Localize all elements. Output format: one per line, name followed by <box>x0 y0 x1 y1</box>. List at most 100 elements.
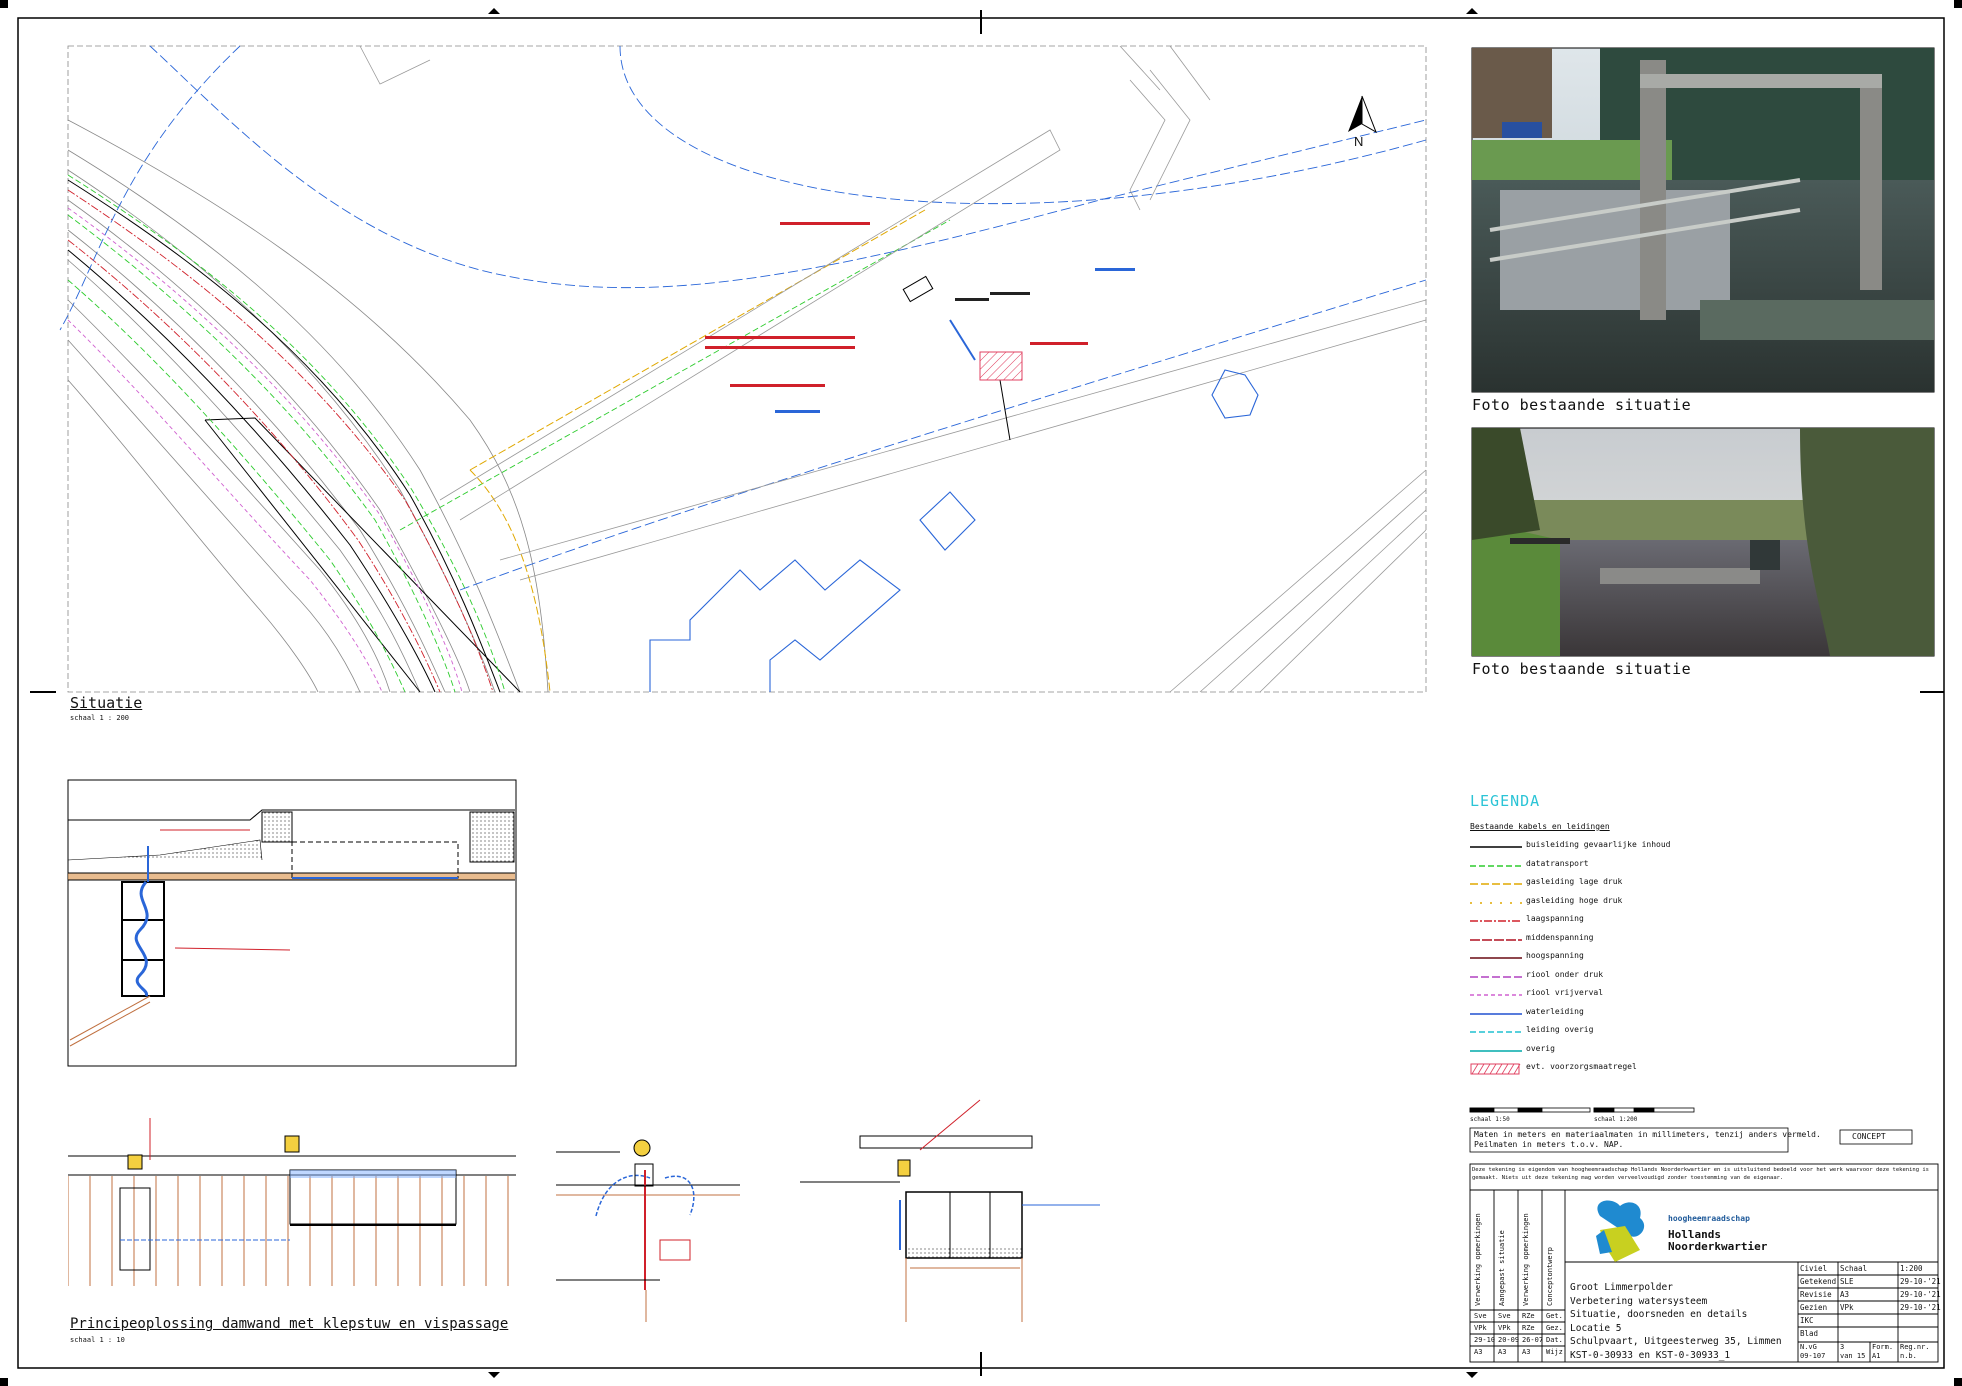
north-label: N <box>1354 134 1364 149</box>
bottom-cell: A1 <box>1872 1352 1881 1360</box>
legend-label: waterleiding <box>1526 1006 1584 1016</box>
meta-cell: 29-10-'21 <box>1900 1303 1941 1312</box>
org-name-1: hoogheemraadschap <box>1668 1214 1750 1223</box>
revision-header: Verwerking opmerkingen <box>1522 1213 1530 1306</box>
legend-swatch <box>1470 994 1522 996</box>
legend-swatch <box>1470 938 1522 941</box>
project-line: Schulpvaart, Uitgeesterweg 35, Limmen <box>1570 1336 1782 1347</box>
legend-label: overig <box>1526 1043 1555 1053</box>
section-vispassage <box>800 1099 1100 1322</box>
legend-swatch <box>1470 1031 1522 1033</box>
legend-label: riool vrijverval <box>1526 988 1604 997</box>
revision-cell: A3 <box>1474 1348 1483 1356</box>
bottom-cell: Form. <box>1872 1343 1894 1351</box>
revision-cell: Wijz. <box>1546 1348 1568 1356</box>
photo-1 <box>1471 47 1935 393</box>
revision-header: Verwerking opmerkingen <box>1474 1213 1482 1306</box>
legend-swatch <box>1470 920 1522 922</box>
photo-2-caption: Foto bestaande situatie <box>1472 660 1692 678</box>
org-name-3: Noorderkwartier <box>1668 1240 1768 1253</box>
meta-cell: Blad <box>1800 1329 1819 1338</box>
scale-bar-b-label: schaal 1:200 <box>1594 1116 1638 1123</box>
section-scale: schaal 1 : 10 <box>70 1336 125 1344</box>
meta-cell: VPk <box>1840 1303 1854 1312</box>
legend-item: leiding overig <box>1470 1025 1770 1039</box>
legend-item: gasleiding hoge druk <box>1470 896 1770 910</box>
meta-cell: IKC <box>1800 1316 1814 1325</box>
legend-swatch <box>1470 883 1522 885</box>
meta-cell: Civiel <box>1800 1264 1828 1273</box>
legend-label: hoogspanning <box>1526 951 1584 960</box>
situatie-title: Situatie <box>70 694 143 712</box>
legend-item: evt. voorzorgsmaatregel <box>1470 1062 1770 1076</box>
bottom-cell: n.b. <box>1900 1352 1917 1360</box>
situatie-scale: schaal 1 : 200 <box>70 714 130 722</box>
meta-cell: Revisie <box>1800 1290 1832 1299</box>
revision-cell: 26-07 <box>1522 1336 1544 1344</box>
legend-item: datatransport <box>1470 859 1770 873</box>
legend-subtitle: Bestaande kabels en leidingen <box>1470 822 1610 831</box>
meta-cell: Gezien <box>1800 1303 1828 1312</box>
bottom-cell: 09-107 <box>1800 1352 1826 1360</box>
revision-cell: 29-10 <box>1474 1336 1496 1344</box>
revision-cell: Sve <box>1474 1312 1487 1320</box>
detail-plan <box>67 779 517 1067</box>
hhnk-logo-icon <box>1596 1200 1645 1262</box>
disclaimer: Deze tekening is eigendom van hoogheemra… <box>1472 1167 1929 1181</box>
meta-cell: Getekend <box>1800 1277 1837 1286</box>
notes-line-1: Maten in meters en materiaalmaten in mil… <box>1474 1130 1821 1139</box>
legend-item: hoogspanning <box>1470 951 1770 965</box>
legend-swatch <box>1470 901 1522 904</box>
legend-label: leiding overig <box>1526 1025 1594 1034</box>
photo-2 <box>1471 427 1935 657</box>
meta-cell: 1:200 <box>1900 1264 1923 1273</box>
meta-cell: A3 <box>1840 1290 1850 1299</box>
legend-swatch <box>1470 1063 1521 1075</box>
revision-cell: Get. <box>1546 1312 1563 1320</box>
revision-cell: 20-09 <box>1498 1336 1520 1344</box>
title-block <box>1469 1163 1939 1363</box>
legend-item: overig <box>1470 1044 1770 1058</box>
notes-line-2: Peilmaten in meters t.o.v. NAP. <box>1474 1140 1624 1149</box>
legend-swatch <box>1470 1049 1522 1052</box>
concept-stamp: CONCEPT <box>1852 1132 1886 1141</box>
section-title: Principeoplossing damwand met klepstuw e… <box>70 1316 509 1332</box>
legend-label: evt. voorzorgsmaatregel <box>1526 1062 1637 1071</box>
project-line: KST-0-30933 en KST-0-30933_1 <box>1570 1349 1731 1361</box>
revision-cell: Dat. <box>1546 1336 1563 1344</box>
drawing-sheet: Situatie schaal 1 : 200 N Foto bestaande… <box>0 0 1962 1386</box>
legend-label: gasleiding hoge druk <box>1526 895 1623 905</box>
legend-item: middenspanning <box>1470 933 1770 947</box>
section-klepstuw <box>556 1139 740 1322</box>
legend-swatch <box>1470 957 1522 959</box>
legend-item: riool onder druk <box>1470 970 1770 984</box>
bottom-cell: N.vG <box>1800 1343 1817 1351</box>
revision-header: Aangepast situatie <box>1498 1230 1506 1306</box>
legend-label: riool onder druk <box>1526 969 1604 979</box>
revision-cell: RZe <box>1522 1312 1535 1320</box>
meta-cell: SLE <box>1840 1277 1854 1286</box>
legend-swatch <box>1470 846 1522 848</box>
meta-cell: 29-10-'21 <box>1900 1277 1941 1286</box>
bottom-cell: 3 <box>1840 1343 1845 1351</box>
legend-item: gasleiding lage druk <box>1470 877 1770 891</box>
situatie-plan <box>60 46 1426 692</box>
project-line: Situatie, doorsneden en details <box>1570 1309 1748 1320</box>
legend-label: buisleiding gevaarlijke inhoud <box>1526 840 1671 849</box>
legend-item: waterleiding <box>1470 1007 1770 1021</box>
legend-label: gasleiding lage druk <box>1526 877 1623 886</box>
bottom-cell: Reg.nr. <box>1900 1343 1930 1351</box>
meta-cell: 29-10-'21 <box>1900 1290 1941 1299</box>
project-line: Verbetering watersysteem <box>1570 1295 1708 1307</box>
revision-cell: Sve <box>1498 1312 1511 1320</box>
legend-swatch <box>1470 864 1522 867</box>
revision-cell: VPk <box>1498 1324 1511 1332</box>
revision-header: Conceptontwerp <box>1546 1246 1554 1306</box>
legend-label: laagspanning <box>1526 914 1584 923</box>
revision-cell: A3 <box>1522 1348 1531 1356</box>
revision-cell: RZe <box>1522 1324 1535 1332</box>
legend-label: datatransport <box>1526 858 1589 868</box>
photo-1-caption: Foto bestaande situatie <box>1472 396 1692 414</box>
revision-cell: VPk <box>1474 1324 1487 1332</box>
scale-bar-a-label: schaal 1:50 <box>1470 1116 1510 1123</box>
